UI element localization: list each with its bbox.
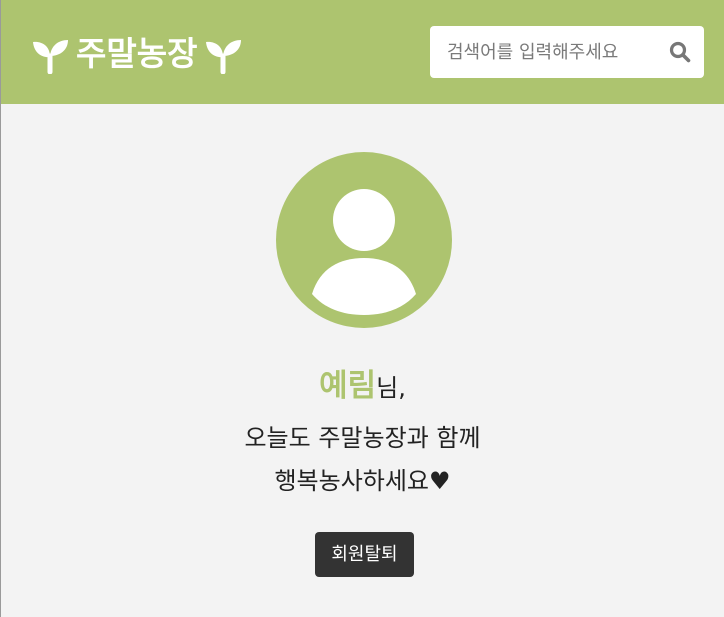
page-frame: 주말농장 검색어를 입력해주세요 예림님, 오늘도 주말농장과 함께 행복농사하…: [0, 0, 724, 617]
seedling-icon: [33, 40, 68, 74]
profile-content: 예림님, 오늘도 주말농장과 함께 행복농사하세요♥ 회원탈퇴: [1, 104, 724, 617]
search-button[interactable]: [656, 26, 704, 78]
greeting-name-line: 예림님,: [1, 366, 724, 408]
top-header: 주말농장: [1, 0, 724, 104]
username: 예림: [319, 368, 377, 404]
brand-title: 주말농장: [76, 34, 198, 73]
greeting-message-line-1: 오늘도 주말농장과 함께: [244, 424, 481, 452]
search-icon: [669, 41, 691, 63]
greeting-message-line-2: 행복농사하세요♥: [274, 467, 451, 495]
user-avatar-icon: [276, 152, 452, 328]
seedling-icon: [206, 40, 242, 74]
search-input[interactable]: [430, 26, 656, 78]
search-box: [430, 26, 704, 78]
honorific-text: 님,: [376, 374, 406, 402]
withdraw-account-button[interactable]: 회원탈퇴: [315, 532, 414, 577]
brand-logo-link[interactable]: 주말농장: [30, 32, 243, 76]
